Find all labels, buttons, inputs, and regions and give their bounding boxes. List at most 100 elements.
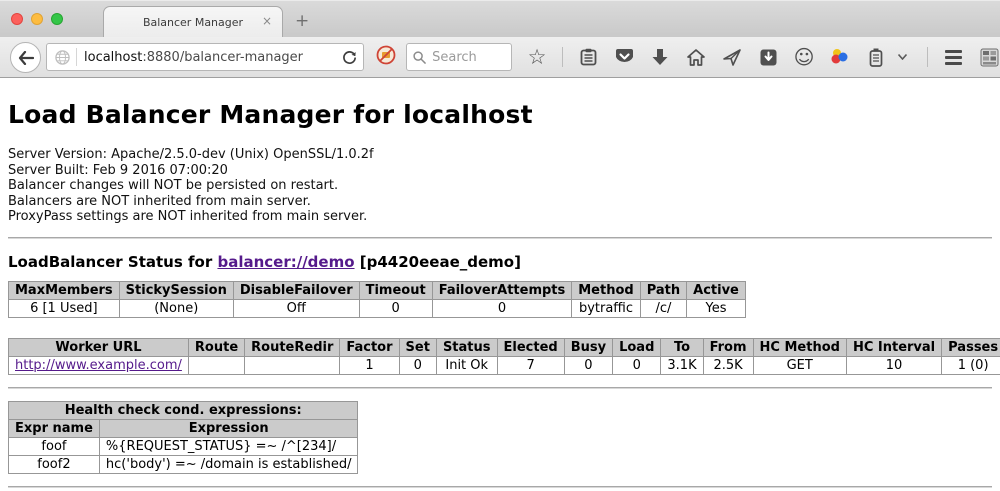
tiles-icon[interactable] [978,46,1000,68]
cell-active: Yes [687,299,746,317]
reload-icon [342,50,357,65]
smiley-extension-icon[interactable]: ☺ [793,46,815,68]
content-block-icon[interactable] [376,45,396,69]
header-hc-interval: HC Interval [846,338,941,356]
tab-title: Balancer Manager [143,16,243,29]
worker-row: http://www.example.com/ 1 0 Init Ok 7 0 … [9,356,1000,374]
cell-path: /c/ [640,299,686,317]
cell-to: 3.1K [661,356,703,374]
cell-timeout: 0 [359,299,432,317]
table-row: 6 [1 Used] (None) Off 0 0 bytraffic /c/ … [9,299,746,317]
table-header-row: MaxMembers StickySession DisableFailover… [9,281,746,299]
header-method: Method [572,281,640,299]
urlbar-divider [76,48,77,66]
worker-table-wrap: Worker URL Route RouteRedir Factor Set S… [8,338,992,375]
balancer-settings-table: MaxMembers StickySession DisableFailover… [8,281,746,318]
cell-maxmembers: 6 [1 Used] [9,299,120,317]
header-to: To [661,338,703,356]
header-route: Route [188,338,244,356]
cell-method: bytraffic [572,299,640,317]
back-button[interactable] [10,42,41,73]
search-icon [413,51,426,64]
worker-url-link[interactable]: http://www.example.com/ [15,358,182,373]
home-icon[interactable] [685,46,707,68]
send-share-icon[interactable] [721,46,743,68]
page-title: Load Balancer Manager for localhost [8,100,992,129]
back-arrow-icon [18,51,34,65]
table-title-row: Health check cond. expressions: [9,401,358,419]
cell-worker-url: http://www.example.com/ [9,356,189,374]
bookmark-star-icon[interactable]: ☆ [526,46,548,68]
cell-stickysession: (None) [119,299,233,317]
table-header-row: Worker URL Route RouteRedir Factor Set S… [9,338,1000,356]
menu-hamburger-icon[interactable] [942,46,964,68]
cell-load: 0 [613,356,661,374]
cell-hc-method: GET [753,356,846,374]
cell-set: 0 [399,356,436,374]
header-status: Status [436,338,497,356]
new-tab-button[interactable]: + [295,11,309,31]
cell-failoverattempts: 0 [432,299,572,317]
cell-status: Init Ok [436,356,497,374]
search-placeholder: Search [432,50,477,65]
header-hc-method: HC Method [753,338,846,356]
downloads-icon[interactable] [649,46,671,68]
table-row: foof %{REQUEST_STATUS} =~ /^[234]/ [9,437,358,455]
header-failoverattempts: FailoverAttempts [432,281,572,299]
pocket-icon[interactable] [613,46,635,68]
navigation-toolbar: localhost:8880/balancer-manager Search [0,37,1000,78]
server-built-line: Server Built: Feb 9 2016 07:00:20 [8,163,992,179]
minimize-window-button[interactable] [31,13,43,25]
cell-routeredir [245,356,340,374]
balancer-status-suffix: [p4420eeae_demo] [355,253,521,271]
tab-bar: Balancer Manager × + [0,0,1000,37]
toolbar-divider [562,47,563,67]
balancer-demo-link[interactable]: balancer://demo [217,253,354,271]
url-host: localhost [84,50,142,65]
header-factor: Factor [340,338,399,356]
header-load: Load [613,338,661,356]
cell-hc-interval: 10 [846,356,941,374]
cell-passes: 1 (0) [942,356,1000,374]
cell-expr-name: foof2 [9,455,100,473]
tab-close-icon[interactable]: × [262,15,272,27]
table-header-row: Expr name Expression [9,419,358,437]
reading-list-icon[interactable] [577,46,599,68]
reload-button[interactable] [342,50,357,65]
cell-elected: 7 [497,356,564,374]
cell-expr-name: foof [9,437,100,455]
header-stickysession: StickySession [119,281,233,299]
balancer-status-heading: LoadBalancer Status for balancer://demo … [8,253,992,271]
zoom-window-button[interactable] [51,13,63,25]
extension-download-icon[interactable] [757,46,779,68]
window-controls [11,13,63,25]
url-text[interactable]: localhost:8880/balancer-manager [84,50,338,65]
chevron-down-icon[interactable] [891,46,913,68]
server-version-line: Server Version: Apache/2.5.0-dev (Unix) … [8,147,992,163]
header-passes: Passes [942,338,1000,356]
header-busy: Busy [564,338,612,356]
battery-extension-icon[interactable] [865,46,887,68]
header-from: From [703,338,753,356]
header-elected: Elected [497,338,564,356]
page-bottom-divider [8,486,992,488]
tab-balancer-manager[interactable]: Balancer Manager × [103,6,283,38]
persist-notice-line: Balancer changes will NOT be persisted o… [8,178,992,194]
cell-busy: 0 [564,356,612,374]
inherit-notice-line: Balancers are NOT inherited from main se… [8,194,992,210]
cell-expression: %{REQUEST_STATUS} =~ /^[234]/ [99,437,358,455]
search-bar[interactable]: Search [406,43,512,71]
cell-factor: 1 [340,356,399,374]
section-divider [8,237,992,239]
section-divider [8,387,992,389]
header-worker-url: Worker URL [9,338,189,356]
colored-dots-extension-icon[interactable] [829,46,851,68]
close-window-button[interactable] [11,13,23,25]
table-row: foof2 hc('body') =~ /domain is establish… [9,455,358,473]
health-check-table: Health check cond. expressions: Expr nam… [8,401,358,474]
header-disablefailover: DisableFailover [233,281,359,299]
address-bar[interactable]: localhost:8880/balancer-manager [46,43,364,71]
url-path: :8880/balancer-manager [142,50,303,65]
header-maxmembers: MaxMembers [9,281,120,299]
cell-from: 2.5K [703,356,753,374]
